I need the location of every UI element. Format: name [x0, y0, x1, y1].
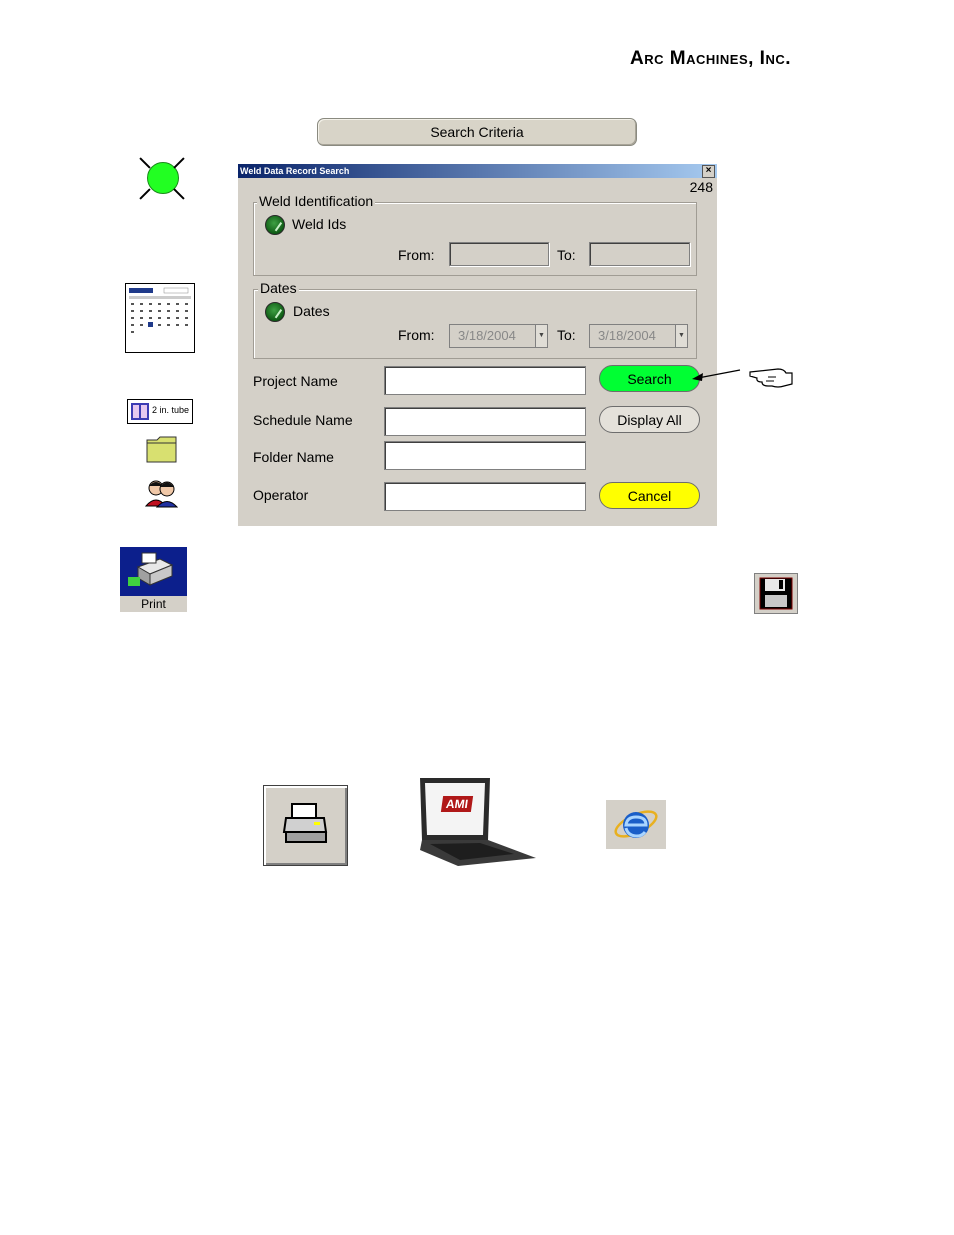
date-from-label: From: [398, 327, 435, 343]
pointing-hand-icon [688, 360, 798, 392]
internet-explorer-icon [606, 800, 666, 849]
date-to-value: 3/18/2004 [598, 328, 656, 343]
weld-search-dialog: Weld Data Record Search × 248 Weld Ident… [238, 164, 717, 526]
folder-name-label: Folder Name [253, 449, 334, 465]
cancel-button[interactable]: Cancel [599, 482, 700, 509]
weld-to-input[interactable] [589, 242, 690, 266]
display-all-button[interactable]: Display All [599, 406, 700, 433]
weld-ids-radio[interactable] [265, 215, 285, 235]
date-to-label: To: [557, 327, 576, 343]
schedule-name-label: Schedule Name [253, 412, 353, 428]
laptop-logo: AMI [440, 796, 474, 812]
weld-to-label: To: [557, 247, 576, 263]
date-to-picker[interactable]: 3/18/2004 ▼ [589, 324, 688, 348]
folder-name-input[interactable] [384, 441, 586, 470]
print-label: Print [120, 596, 187, 612]
printer-button-icon [263, 785, 348, 866]
project-name-input[interactable] [384, 366, 586, 395]
weld-identification-label: Weld Identification [257, 193, 376, 209]
tube-label: 2 in. tube [152, 405, 190, 415]
dialog-title: Weld Data Record Search [238, 164, 717, 178]
project-name-label: Project Name [253, 373, 338, 389]
operator-label: Operator [253, 487, 309, 503]
date-from-value: 3/18/2004 [458, 328, 516, 343]
weld-ids-label: Weld Ids [292, 216, 347, 232]
laptop-icon: AMI [418, 776, 538, 866]
weld-from-input[interactable] [449, 242, 549, 266]
close-button[interactable]: × [702, 165, 715, 178]
date-from-picker[interactable]: 3/18/2004 ▼ [449, 324, 548, 348]
indicator-light-icon [132, 152, 192, 207]
dates-group-label: Dates [258, 280, 299, 296]
search-button[interactable]: Search [599, 365, 700, 392]
search-criteria-button[interactable]: Search Criteria [317, 118, 637, 146]
record-count: 248 [689, 179, 713, 195]
operator-icon [144, 476, 179, 508]
dates-radio[interactable] [265, 302, 285, 322]
tube-icon: 2 in. tube [127, 399, 193, 424]
company-name: Arc Machines, Inc. [630, 48, 792, 69]
calendar-icon [125, 283, 195, 353]
operator-input[interactable] [384, 482, 586, 511]
print-icon: Print [120, 547, 187, 612]
date-from-dropdown-icon[interactable]: ▼ [535, 325, 547, 347]
weld-from-label: From: [398, 247, 435, 263]
date-to-dropdown-icon[interactable]: ▼ [675, 325, 687, 347]
dates-option-label: Dates [293, 303, 330, 319]
save-floppy-icon [754, 573, 798, 614]
schedule-name-input[interactable] [384, 407, 586, 436]
folder-icon [146, 434, 178, 464]
